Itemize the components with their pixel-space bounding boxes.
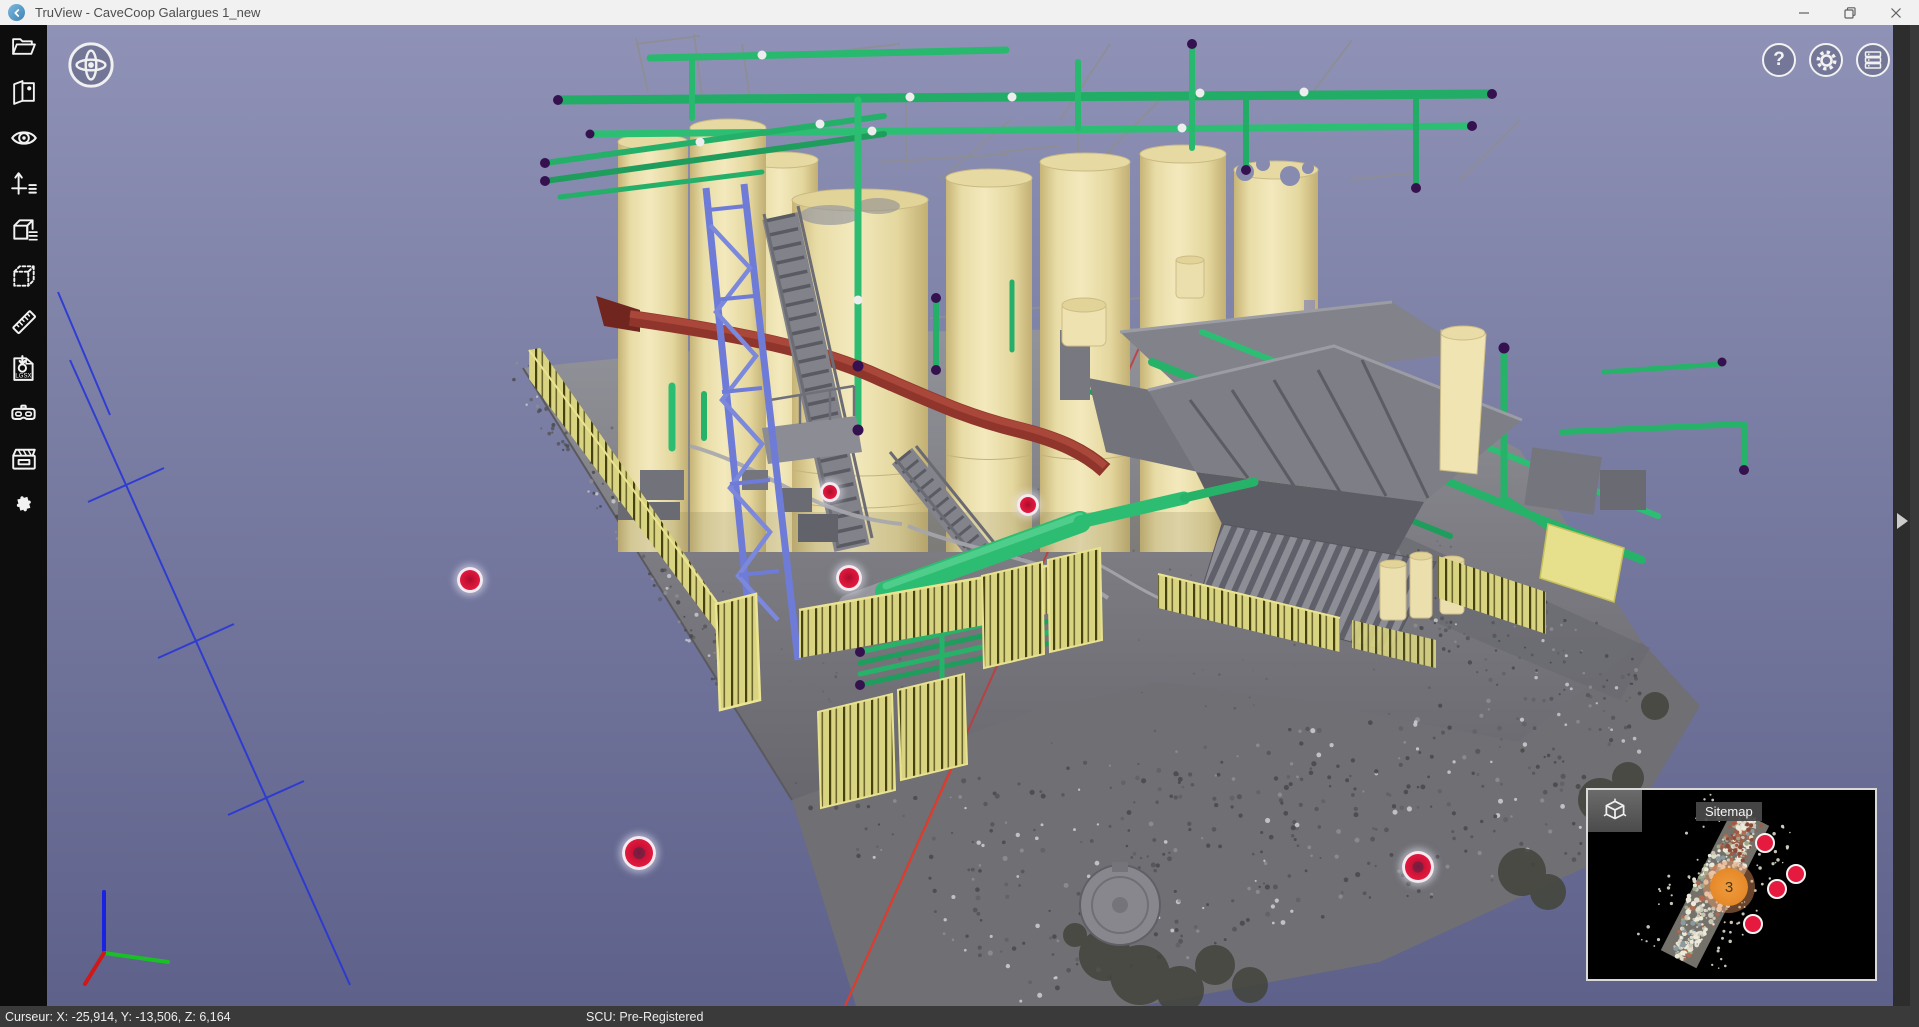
sitemap-panel: Sitemap 3 (1586, 788, 1877, 981)
cube-list-icon (10, 216, 38, 244)
window-controls (1781, 0, 1919, 25)
site-panel-button[interactable] (7, 75, 41, 109)
vr-headset-icon (9, 400, 38, 429)
dashed-cube-icon (10, 262, 38, 290)
scan-list-button[interactable] (1856, 43, 1890, 77)
scan-marker[interactable] (820, 482, 840, 502)
measure-button[interactable] (7, 305, 41, 339)
view-cube-button[interactable] (7, 213, 41, 247)
vr-mode-button[interactable] (7, 397, 41, 431)
sitemap-scan-marker[interactable] (1767, 879, 1787, 899)
orbit-compass[interactable] (66, 40, 116, 90)
marker-center-dot (633, 847, 645, 859)
window-title: TruView - CaveCoop Galargues 1_new (35, 5, 260, 20)
scan-marker[interactable] (836, 565, 862, 591)
folder-open-icon (10, 33, 37, 60)
statusbar: Curseur: X: -25,914, Y: -13,506, Z: 6,16… (0, 1006, 1919, 1027)
sitemap-label: Sitemap (1696, 802, 1762, 821)
scan-marker[interactable] (622, 836, 656, 870)
clapperboard-icon (10, 446, 38, 474)
toolbar: LGSX (0, 25, 47, 1006)
sitemap-scan-marker[interactable] (1743, 914, 1763, 934)
titlebar: TruView - CaveCoop Galargues 1_new (0, 0, 1919, 25)
minimize-button[interactable] (1781, 0, 1827, 25)
help-icon: ? (1773, 49, 1785, 71)
truview-logo-icon (8, 4, 25, 21)
puzzle-icon (10, 493, 37, 520)
scan-marker[interactable] (457, 567, 483, 593)
sitemap-scan-marker[interactable] (1786, 864, 1806, 884)
site-map-icon (10, 79, 37, 106)
right-panel-strip (1893, 25, 1919, 1006)
scan-marker[interactable] (1402, 851, 1434, 883)
gear-icon (1816, 50, 1837, 71)
cursor-coordinates: Curseur: X: -25,914, Y: -13,506, Z: 6,16… (5, 1010, 231, 1024)
truview-window: ? (0, 0, 1919, 1027)
hud-buttons: ? (1762, 43, 1890, 77)
limit-box-button[interactable] (7, 259, 41, 293)
restore-button[interactable] (1827, 0, 1873, 25)
close-button[interactable] (1873, 0, 1919, 25)
panel-expander-arrow[interactable] (1897, 513, 1908, 529)
lgsx-label: LGSX (15, 374, 31, 380)
help-button[interactable]: ? (1762, 43, 1796, 77)
scu-status: SCU: Pre-Registered (586, 1010, 703, 1024)
ruler-icon (10, 308, 38, 336)
restore-icon (1844, 7, 1856, 19)
lgsx-export-icon: LGSX (10, 354, 38, 382)
sitemap-scan-marker[interactable] (1755, 833, 1775, 853)
scan-list-icon (1863, 50, 1883, 70)
close-icon (1890, 7, 1902, 19)
minimize-icon (1798, 7, 1810, 19)
visibility-button[interactable] (7, 121, 41, 155)
open-project-button[interactable] (7, 29, 41, 63)
marker-center-dot (1413, 862, 1424, 873)
export-lgsx-button[interactable]: LGSX (7, 351, 41, 385)
coordinate-axes-button[interactable] (7, 167, 41, 201)
right-panel-rail (1910, 25, 1919, 1006)
plugins-button[interactable] (7, 489, 41, 523)
eye-icon (10, 124, 38, 152)
scan-marker[interactable] (1017, 494, 1039, 516)
home-view-cube-icon (1600, 797, 1630, 825)
animation-button[interactable] (7, 443, 41, 477)
axes-icon (10, 170, 38, 198)
sitemap-home-button[interactable] (1588, 790, 1642, 832)
sitemap-current-position[interactable]: 3 (1710, 868, 1748, 906)
settings-button[interactable] (1809, 43, 1843, 77)
